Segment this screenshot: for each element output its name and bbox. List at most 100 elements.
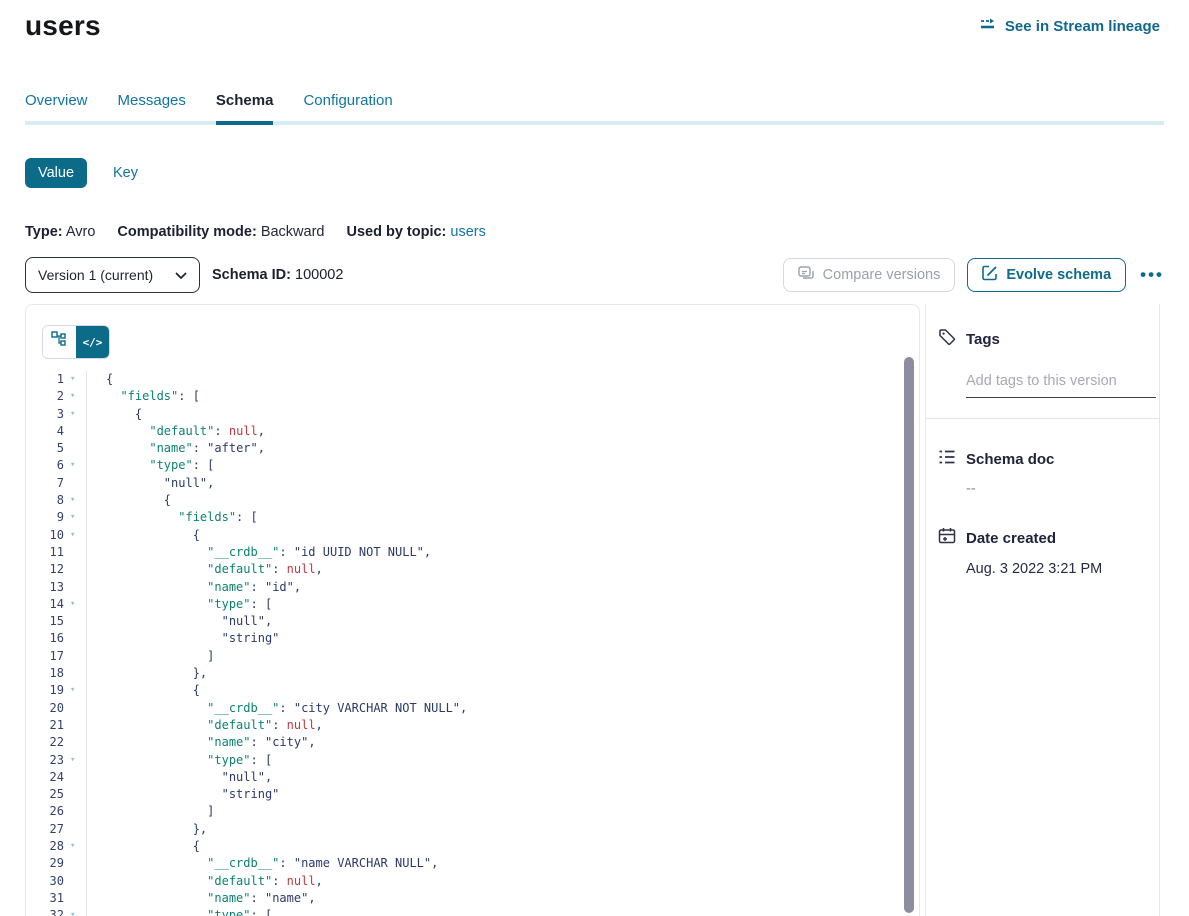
- tab-overview[interactable]: Overview: [25, 92, 88, 121]
- code-text: "name": "after",: [87, 440, 265, 457]
- fold-arrow-icon[interactable]: ▾: [64, 527, 86, 544]
- code-line: 12 "default": null,: [26, 561, 905, 578]
- schema-main: </> 1▾{2▾ "fields": [3▾ {4 "default": nu…: [25, 304, 1164, 916]
- line-number: 18: [26, 665, 64, 682]
- fold-arrow-icon[interactable]: ▾: [64, 509, 86, 526]
- tag-icon: [938, 328, 956, 350]
- code-line: 25 "string": [26, 786, 905, 803]
- line-number: 8: [26, 492, 64, 509]
- line-number: 19: [26, 682, 64, 699]
- date-created-value: Aug. 3 2022 3:21 PM: [966, 561, 1147, 577]
- tab-schema[interactable]: Schema: [216, 92, 274, 121]
- schema-doc-value: --: [966, 481, 1147, 497]
- schema-id-label: Schema ID:: [212, 267, 291, 283]
- code-line: 6▾ "type": [: [26, 457, 905, 474]
- fold-arrow-icon[interactable]: ▾: [64, 682, 86, 699]
- fold-spacer: [64, 717, 86, 734]
- compare-versions-button[interactable]: Compare versions: [783, 258, 956, 292]
- code-text: "name": "id",: [87, 579, 301, 596]
- type-field: Type: Avro: [25, 224, 95, 240]
- evolve-schema-button[interactable]: Evolve schema: [967, 258, 1126, 292]
- code-line: 1▾{: [26, 371, 905, 388]
- date-created-header: Date created: [938, 527, 1147, 549]
- editor-view-toggle: </>: [42, 325, 110, 359]
- code-line: 31 "name": "name",: [26, 890, 905, 907]
- more-options-button[interactable]: •••: [1140, 265, 1164, 285]
- value-toggle-button[interactable]: Value: [25, 158, 87, 188]
- line-number: 32: [26, 907, 64, 916]
- code-text: ]: [87, 648, 214, 665]
- code-text: "type": [: [87, 907, 272, 916]
- topic-label: Used by topic:: [346, 224, 446, 240]
- code-line: 30 "default": null,: [26, 873, 905, 890]
- code-text: "default": null,: [87, 717, 323, 734]
- line-number: 30: [26, 873, 64, 890]
- code-text: "string": [87, 630, 279, 647]
- code-text: "null",: [87, 769, 272, 786]
- line-number: 26: [26, 803, 64, 820]
- fold-arrow-icon[interactable]: ▾: [64, 371, 86, 388]
- line-number: 15: [26, 613, 64, 630]
- line-number: 7: [26, 475, 64, 492]
- code-view-button[interactable]: </>: [76, 326, 109, 358]
- tab-configuration[interactable]: Configuration: [303, 92, 392, 121]
- code-line: 14▾ "type": [: [26, 596, 905, 613]
- version-bar: Version 1 (current) Schema ID: 100002 Co…: [25, 257, 1164, 293]
- fold-spacer: [64, 821, 86, 838]
- tags-input[interactable]: [966, 373, 1156, 398]
- schema-page: users See in Stream lineage Overview Mes…: [0, 0, 1189, 916]
- schema-sidebar: Tags Schema doc --: [925, 304, 1160, 916]
- code-text: },: [87, 821, 207, 838]
- stream-lineage-icon: [980, 17, 998, 35]
- fold-arrow-icon[interactable]: ▾: [64, 838, 86, 855]
- fold-spacer: [64, 700, 86, 717]
- line-number: 3: [26, 406, 64, 423]
- code-text: "type": [: [87, 752, 272, 769]
- code-text: "default": null,: [87, 873, 323, 890]
- fold-arrow-icon[interactable]: ▾: [64, 388, 86, 405]
- fold-arrow-icon[interactable]: ▾: [64, 406, 86, 423]
- fold-arrow-icon[interactable]: ▾: [64, 492, 86, 509]
- fold-arrow-icon[interactable]: ▾: [64, 752, 86, 769]
- code-text: "__crdb__": "city VARCHAR NOT NULL",: [87, 700, 467, 717]
- fold-spacer: [64, 803, 86, 820]
- fold-arrow-icon[interactable]: ▾: [64, 457, 86, 474]
- code-text: {: [87, 527, 200, 544]
- editor-scrollbar[interactable]: [904, 357, 914, 913]
- fold-spacer: [64, 734, 86, 751]
- code-line: 8▾ {: [26, 492, 905, 509]
- tags-title: Tags: [966, 331, 1000, 348]
- fold-spacer: [64, 769, 86, 786]
- fold-arrow-icon[interactable]: ▾: [64, 596, 86, 613]
- calendar-icon: [938, 527, 956, 549]
- line-number: 9: [26, 509, 64, 526]
- version-select[interactable]: Version 1 (current): [25, 257, 200, 293]
- code-text: {: [87, 838, 200, 855]
- version-select-value: Version 1 (current): [38, 267, 153, 283]
- stream-lineage-label: See in Stream lineage: [1005, 18, 1160, 35]
- line-number: 14: [26, 596, 64, 613]
- code-text: "default": null,: [87, 423, 265, 440]
- line-number: 4: [26, 423, 64, 440]
- tab-messages[interactable]: Messages: [118, 92, 186, 121]
- compat-label: Compatibility mode:: [117, 224, 256, 240]
- topic-link[interactable]: users: [450, 224, 485, 240]
- code-text: "type": [: [87, 596, 272, 613]
- line-number: 29: [26, 855, 64, 872]
- code-line: 18 },: [26, 665, 905, 682]
- code-line: 17 ]: [26, 648, 905, 665]
- line-number: 17: [26, 648, 64, 665]
- fold-spacer: [64, 648, 86, 665]
- fold-spacer: [64, 890, 86, 907]
- code-line: 27 },: [26, 821, 905, 838]
- code-line: 9▾ "fields": [: [26, 509, 905, 526]
- fold-arrow-icon[interactable]: ▾: [64, 907, 86, 916]
- see-in-stream-lineage-link[interactable]: See in Stream lineage: [980, 17, 1160, 35]
- code-text: {: [87, 492, 171, 509]
- key-toggle-link[interactable]: Key: [113, 165, 138, 181]
- tags-header: Tags: [938, 328, 1147, 350]
- fold-spacer: [64, 579, 86, 596]
- code-text: "default": null,: [87, 561, 323, 578]
- code-line: 13 "name": "id",: [26, 579, 905, 596]
- tree-view-button[interactable]: [43, 326, 76, 358]
